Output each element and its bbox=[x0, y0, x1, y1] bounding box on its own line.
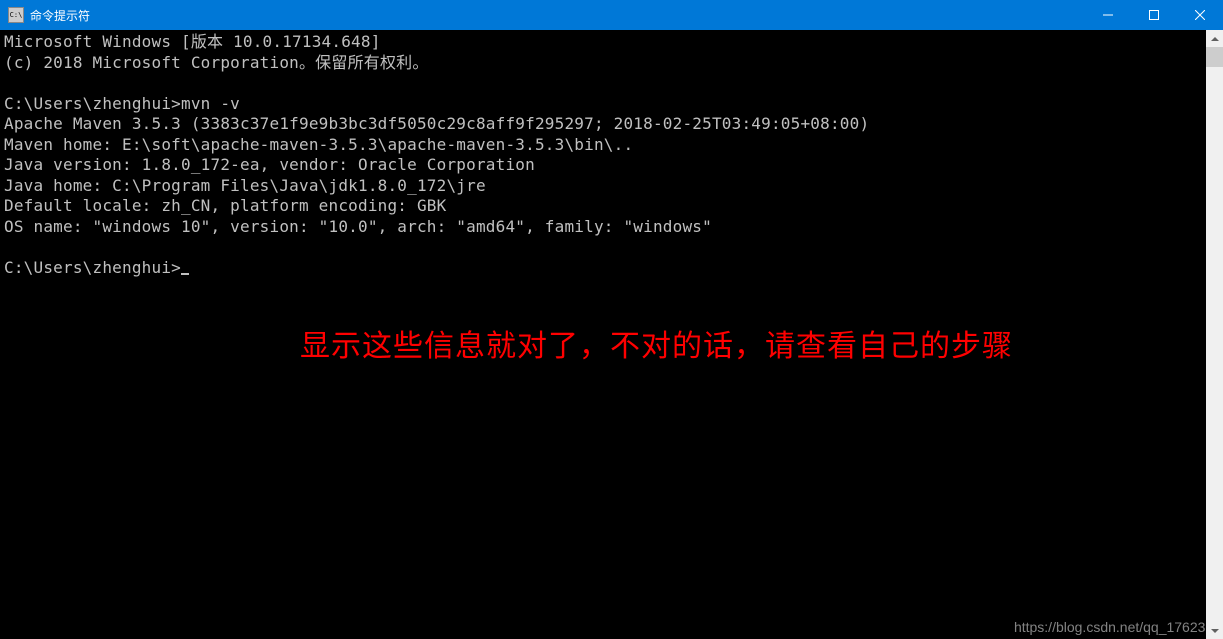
output-line: Java home: C:\Program Files\Java\jdk1.8.… bbox=[4, 176, 486, 195]
titlebar[interactable]: 命令提示符 bbox=[0, 0, 1223, 30]
output-line: C:\Users\zhenghui>mvn -v bbox=[4, 94, 240, 113]
output-line: Java version: 1.8.0_172-ea, vendor: Orac… bbox=[4, 155, 535, 174]
terminal-area[interactable]: Microsoft Windows [版本 10.0.17134.648] (c… bbox=[0, 30, 1223, 639]
close-icon bbox=[1195, 10, 1205, 20]
output-line: Apache Maven 3.5.3 (3383c37e1f9e9b3bc3df… bbox=[4, 114, 869, 133]
scroll-up-button[interactable] bbox=[1206, 30, 1223, 47]
maximize-icon bbox=[1149, 10, 1159, 20]
output-line: Maven home: E:\soft\apache-maven-3.5.3\a… bbox=[4, 135, 633, 154]
window-controls bbox=[1085, 0, 1223, 30]
command-prompt-window: 命令提示符 Microsoft Windows [版本 10.0.17134.6… bbox=[0, 0, 1223, 639]
output-line: OS name: "windows 10", version: "10.0", … bbox=[4, 217, 712, 236]
chevron-up-icon bbox=[1211, 35, 1219, 43]
minimize-icon bbox=[1103, 10, 1113, 20]
window-title: 命令提示符 bbox=[30, 7, 1085, 24]
annotation-text: 显示这些信息就对了，不对的话，请查看自己的步骤 bbox=[300, 321, 1013, 365]
scroll-track[interactable] bbox=[1206, 47, 1223, 622]
cmd-icon bbox=[8, 7, 24, 23]
vertical-scrollbar[interactable] bbox=[1206, 30, 1223, 639]
close-button[interactable] bbox=[1177, 0, 1223, 30]
output-line: Default locale: zh_CN, platform encoding… bbox=[4, 196, 446, 215]
output-line: (c) 2018 Microsoft Corporation。保留所有权利。 bbox=[4, 53, 429, 72]
prompt-line: C:\Users\zhenghui> bbox=[4, 258, 181, 277]
watermark-text: https://blog.csdn.net/qq_1762336 bbox=[1014, 619, 1221, 635]
output-line: Microsoft Windows [版本 10.0.17134.648] bbox=[4, 32, 381, 51]
cursor bbox=[181, 273, 189, 275]
terminal-output: Microsoft Windows [版本 10.0.17134.648] (c… bbox=[0, 30, 1223, 280]
scroll-thumb[interactable] bbox=[1206, 47, 1223, 67]
minimize-button[interactable] bbox=[1085, 0, 1131, 30]
scroll-down-button[interactable] bbox=[1206, 622, 1223, 639]
maximize-button[interactable] bbox=[1131, 0, 1177, 30]
chevron-down-icon bbox=[1211, 627, 1219, 635]
